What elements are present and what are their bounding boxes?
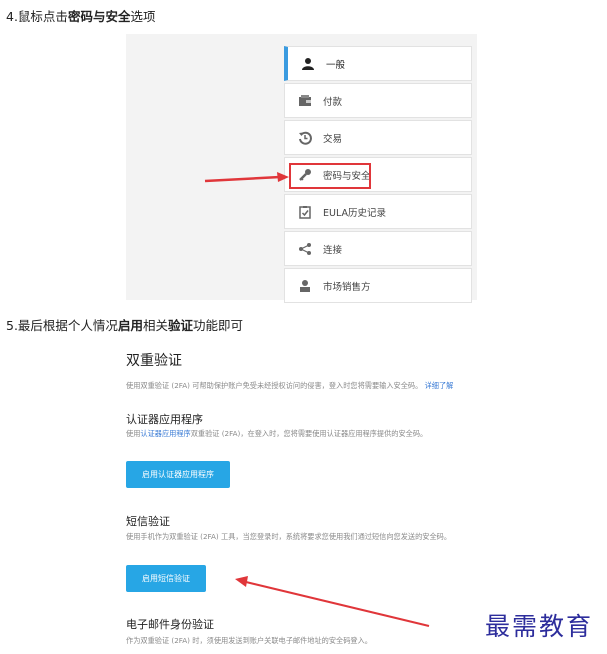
arrow-to-sms-button bbox=[235, 576, 430, 627]
email-heading: 电子邮件身份验证 bbox=[126, 618, 214, 631]
watermark-logo: 最需教育 bbox=[485, 612, 594, 641]
step5-suffix: 功能即可 bbox=[192, 318, 243, 333]
auth-app-heading: 认证器应用程序 bbox=[126, 413, 203, 426]
twofa-intro-text: 使用双重验证 (2FA) 可帮助保护账户免受未经授权访问的侵害，登入时您将需要输… bbox=[126, 381, 423, 390]
auth-app-desc-prefix: 使用 bbox=[126, 429, 141, 438]
twofa-intro: 使用双重验证 (2FA) 可帮助保护账户免受未经授权访问的侵害，登入时您将需要输… bbox=[126, 381, 453, 391]
arrow-to-password-security bbox=[204, 172, 289, 183]
step5-mid: 相关 bbox=[142, 318, 168, 333]
enable-sms-button[interactable]: 启用短信验证 bbox=[126, 565, 206, 592]
twofa-title: 双重验证 bbox=[126, 353, 182, 369]
step5-caption: 5.最后根据个人情况启用相关验证功能即可 bbox=[6, 315, 243, 334]
enable-auth-app-button[interactable]: 启用认证器应用程序 bbox=[126, 461, 230, 488]
sms-heading: 短信验证 bbox=[126, 515, 170, 528]
email-desc: 作为双重验证 (2FA) 时，须使用发送到账户关联电子邮件地址的安全码登入。 bbox=[126, 636, 372, 645]
step5-prefix: 5.最后根据个人情况 bbox=[6, 318, 118, 333]
auth-app-desc-suffix: 双重验证 (2FA)，在登入时，您将需要使用认证器应用程序提供的安全码。 bbox=[190, 429, 428, 438]
auth-app-desc: 使用认证器应用程序双重验证 (2FA)，在登入时，您将需要使用认证器应用程序提供… bbox=[126, 429, 427, 439]
step5-bold-verify: 验证 bbox=[167, 318, 193, 333]
learn-more-link[interactable]: 详细了解 bbox=[425, 381, 454, 390]
sms-desc: 使用手机作为双重验证 (2FA) 工具，当您登录时，系统将要求您使用我们通过短信… bbox=[126, 532, 452, 541]
auth-app-link[interactable]: 认证器应用程序 bbox=[140, 429, 190, 438]
step5-bold-enable: 启用 bbox=[117, 318, 143, 333]
